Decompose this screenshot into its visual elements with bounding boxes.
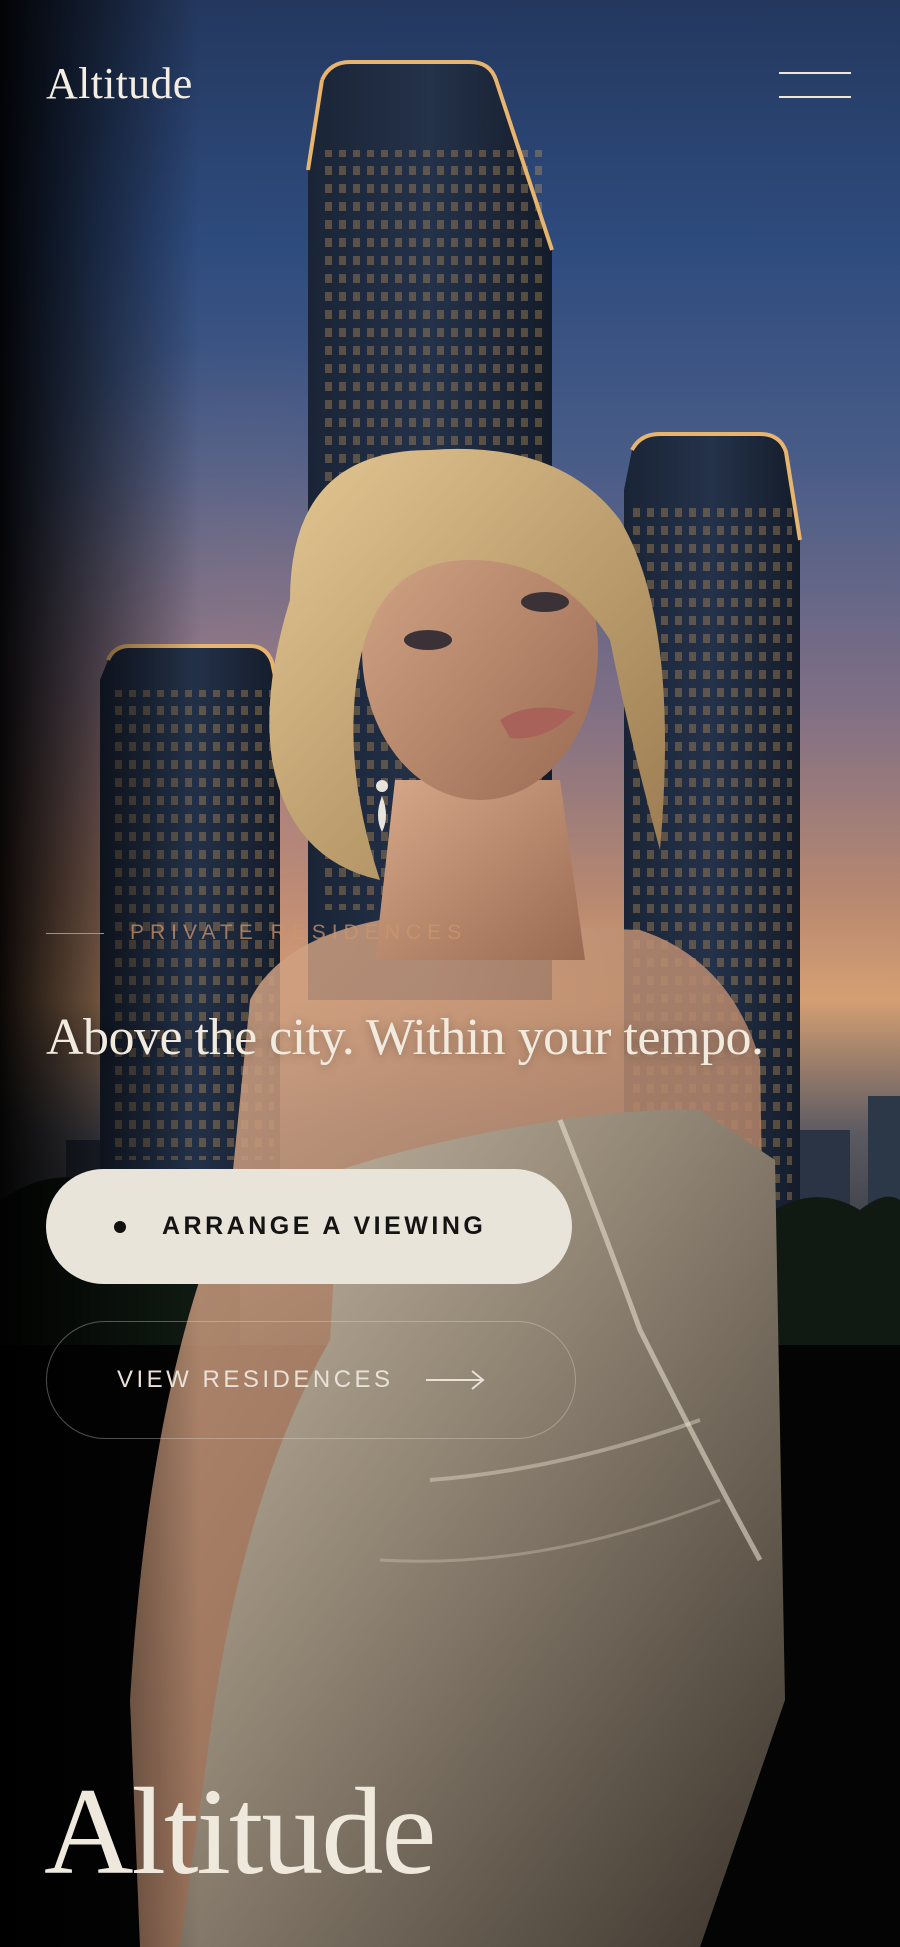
brand-logo[interactable]: Altitude [46, 58, 193, 109]
dot-icon [114, 1220, 126, 1233]
arrange-viewing-button[interactable]: ARRANGE A VIEWING [46, 1169, 572, 1284]
menu-line [779, 96, 851, 98]
view-residences-button[interactable]: VIEW RESIDENCES [46, 1321, 576, 1439]
footer-brand-wordmark: Altitude [44, 1763, 436, 1900]
menu-line [779, 72, 851, 74]
arrange-viewing-label: ARRANGE A VIEWING [162, 1212, 487, 1240]
eyebrow: PRIVATE RESIDENCES [46, 918, 467, 948]
hero-headline: Above the city. Within your tempo. [46, 1009, 764, 1066]
hamburger-menu-icon[interactable] [775, 68, 855, 104]
view-residences-label: VIEW RESIDENCES [117, 1366, 394, 1393]
arrow-right-icon [425, 1370, 485, 1390]
eyebrow-rule [46, 932, 104, 934]
left-shade-overlay [0, 0, 200, 1947]
hero-section [0, 0, 900, 1947]
eyebrow-text: PRIVATE RESIDENCES [130, 921, 468, 944]
